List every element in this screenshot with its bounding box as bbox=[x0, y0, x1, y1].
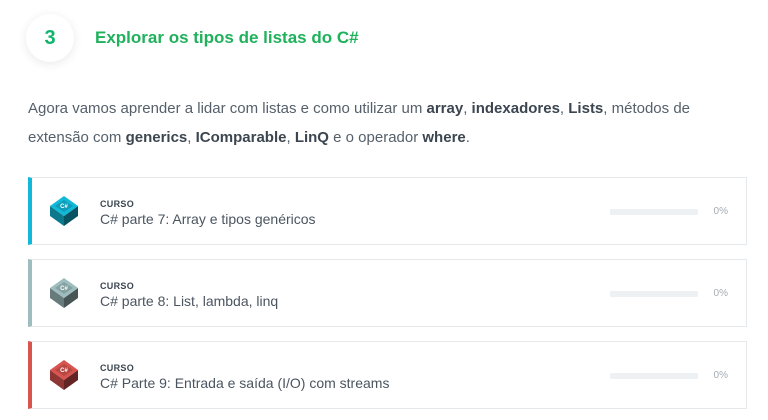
step-number-badge: 3 bbox=[26, 14, 74, 62]
progress-bar bbox=[610, 209, 698, 215]
keyword-icomparable: IComparable bbox=[195, 129, 287, 146]
description-text: e o operador bbox=[328, 129, 423, 146]
description-text: , bbox=[286, 129, 295, 146]
keyword-array: array bbox=[426, 100, 464, 117]
svg-text:C#: C# bbox=[60, 368, 68, 374]
progress-bar bbox=[610, 291, 698, 297]
course-card-csharp-8[interactable]: C# CURSO C# parte 8: List, lambda, linq … bbox=[28, 259, 747, 327]
course-card-csharp-7[interactable]: C# CURSO C# parte 7: Array e tipos genér… bbox=[28, 177, 747, 245]
step-title: Explorar os tipos de listas do C# bbox=[95, 28, 359, 47]
progress-percent: 0% bbox=[713, 206, 728, 217]
keyword-where: where bbox=[422, 129, 466, 146]
svg-text:C#: C# bbox=[60, 286, 68, 292]
keyword-generics: generics bbox=[125, 129, 188, 146]
keyword-lists: Lists bbox=[568, 100, 604, 117]
course-title: C# parte 8: List, lambda, linq bbox=[100, 293, 279, 309]
csharp-book-icon: C# bbox=[47, 276, 81, 310]
description-text: , bbox=[187, 129, 196, 146]
progress-bar bbox=[610, 373, 698, 379]
keyword-linq: LinQ bbox=[294, 129, 329, 146]
course-type-label: CURSO bbox=[100, 363, 135, 373]
course-title: C# parte 7: Array e tipos genéricos bbox=[100, 211, 316, 227]
description-text: , bbox=[463, 100, 472, 117]
progress-percent: 0% bbox=[713, 288, 728, 299]
step-header: 3 Explorar os tipos de listas do C# bbox=[26, 12, 359, 64]
course-card-csharp-9[interactable]: C# CURSO C# Parte 9: Entrada e saída (I/… bbox=[28, 341, 747, 409]
description-text: Agora vamos aprender a lidar com listas … bbox=[28, 100, 427, 117]
keyword-indexadores: indexadores bbox=[471, 100, 560, 117]
course-type-label: CURSO bbox=[100, 281, 135, 291]
step-description: Agora vamos aprender a lidar com listas … bbox=[28, 94, 740, 152]
progress-percent: 0% bbox=[713, 370, 728, 381]
course-title: C# Parte 9: Entrada e saída (I/O) com st… bbox=[100, 375, 390, 391]
svg-text:C#: C# bbox=[60, 204, 68, 210]
csharp-book-icon: C# bbox=[47, 194, 81, 228]
course-type-label: CURSO bbox=[100, 199, 135, 209]
description-text: , bbox=[559, 100, 569, 117]
csharp-book-icon: C# bbox=[47, 358, 81, 392]
description-text: . bbox=[465, 129, 470, 146]
